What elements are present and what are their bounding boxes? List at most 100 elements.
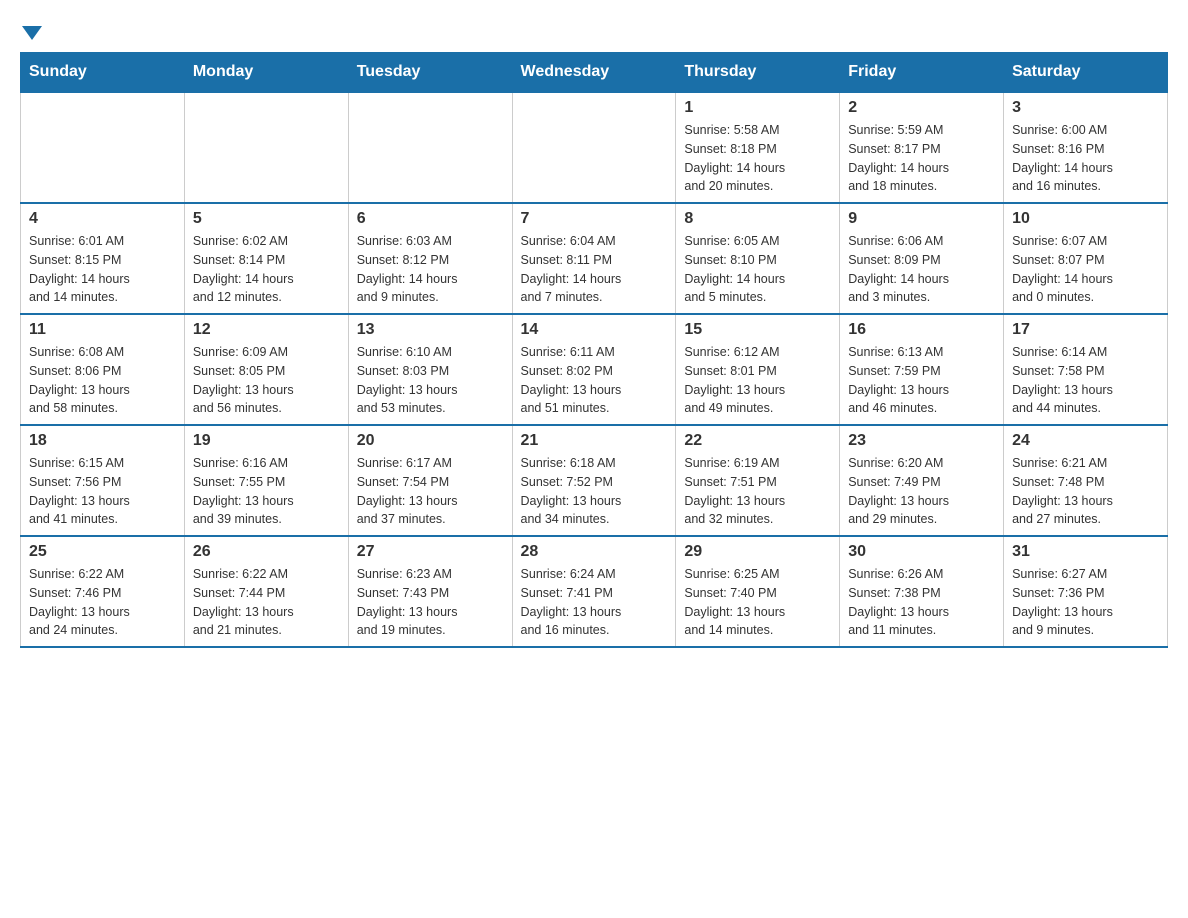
calendar-cell: 8 Sunrise: 6:05 AMSunset: 8:10 PMDaylight… <box>676 203 840 314</box>
day-info: Sunrise: 6:05 AMSunset: 8:10 PMDaylight:… <box>684 232 831 307</box>
calendar-cell: 12 Sunrise: 6:09 AMSunset: 8:05 PMDayligh… <box>184 314 348 425</box>
calendar-week-row: 1 Sunrise: 5:58 AMSunset: 8:18 PMDaylight… <box>21 92 1168 203</box>
day-info: Sunrise: 6:02 AMSunset: 8:14 PMDaylight:… <box>193 232 340 307</box>
day-header-monday: Monday <box>184 53 348 93</box>
calendar-cell: 13Sunrise: 6:10 AMSunset: 8:03 PMDayligh… <box>348 314 512 425</box>
day-info: Sunrise: 6:23 AMSunset: 7:43 PMDaylight:… <box>357 565 504 640</box>
day-info: Sunrise: 6:22 AMSunset: 7:44 PMDaylight:… <box>193 565 340 640</box>
day-info: Sunrise: 6:27 AMSunset: 7:36 PMDaylight:… <box>1012 565 1159 640</box>
day-header-tuesday: Tuesday <box>348 53 512 93</box>
calendar-cell <box>184 92 348 203</box>
calendar-cell: 21 Sunrise: 6:18 AMSunset: 7:52 PMDayligh… <box>512 425 676 536</box>
day-header-wednesday: Wednesday <box>512 53 676 93</box>
day-info: Sunrise: 6:12 AMSunset: 8:01 PMDaylight:… <box>684 343 831 418</box>
day-info: Sunrise: 6:04 AMSunset: 8:11 PMDaylight:… <box>521 232 668 307</box>
calendar-week-row: 18 Sunrise: 6:15 AMSunset: 7:56 PMDayligh… <box>21 425 1168 536</box>
day-info: Sunrise: 6:13 AMSunset: 7:59 PMDaylight:… <box>848 343 995 418</box>
calendar-cell: 29 Sunrise: 6:25 AMSunset: 7:40 PMDayligh… <box>676 536 840 647</box>
calendar-cell: 27 Sunrise: 6:23 AMSunset: 7:43 PMDayligh… <box>348 536 512 647</box>
day-number: 6 <box>357 210 504 228</box>
day-number: 25 <box>29 543 176 561</box>
day-number: 7 <box>521 210 668 228</box>
day-number: 21 <box>521 432 668 450</box>
day-header-friday: Friday <box>840 53 1004 93</box>
day-info: Sunrise: 6:22 AMSunset: 7:46 PMDaylight:… <box>29 565 176 640</box>
calendar-week-row: 25 Sunrise: 6:22 AMSunset: 7:46 PMDayligh… <box>21 536 1168 647</box>
calendar-cell: 31 Sunrise: 6:27 AMSunset: 7:36 PMDayligh… <box>1004 536 1168 647</box>
day-info: Sunrise: 6:15 AMSunset: 7:56 PMDaylight:… <box>29 454 176 529</box>
calendar-cell: 23 Sunrise: 6:20 AMSunset: 7:49 PMDayligh… <box>840 425 1004 536</box>
calendar-cell: 30 Sunrise: 6:26 AMSunset: 7:38 PMDayligh… <box>840 536 1004 647</box>
day-number: 4 <box>29 210 176 228</box>
calendar-cell: 5 Sunrise: 6:02 AMSunset: 8:14 PMDaylight… <box>184 203 348 314</box>
day-number: 11 <box>29 321 176 339</box>
calendar-cell: 16 Sunrise: 6:13 AMSunset: 7:59 PMDayligh… <box>840 314 1004 425</box>
calendar-cell: 22Sunrise: 6:19 AMSunset: 7:51 PMDayligh… <box>676 425 840 536</box>
day-info: Sunrise: 6:07 AMSunset: 8:07 PMDaylight:… <box>1012 232 1159 307</box>
calendar-cell: 14 Sunrise: 6:11 AMSunset: 8:02 PMDayligh… <box>512 314 676 425</box>
day-info: Sunrise: 6:10 AMSunset: 8:03 PMDaylight:… <box>357 343 504 418</box>
day-number: 10 <box>1012 210 1159 228</box>
day-number: 18 <box>29 432 176 450</box>
day-number: 26 <box>193 543 340 561</box>
day-number: 28 <box>521 543 668 561</box>
logo-arrow-icon <box>22 26 42 40</box>
calendar-cell: 10 Sunrise: 6:07 AMSunset: 8:07 PMDayligh… <box>1004 203 1168 314</box>
calendar-table: SundayMondayTuesdayWednesdayThursdayFrid… <box>20 52 1168 648</box>
day-number: 23 <box>848 432 995 450</box>
calendar-cell: 7 Sunrise: 6:04 AMSunset: 8:11 PMDaylight… <box>512 203 676 314</box>
day-info: Sunrise: 6:14 AMSunset: 7:58 PMDaylight:… <box>1012 343 1159 418</box>
calendar-cell <box>348 92 512 203</box>
day-number: 17 <box>1012 321 1159 339</box>
day-info: Sunrise: 6:26 AMSunset: 7:38 PMDaylight:… <box>848 565 995 640</box>
calendar-cell: 28 Sunrise: 6:24 AMSunset: 7:41 PMDayligh… <box>512 536 676 647</box>
day-number: 1 <box>684 99 831 117</box>
day-info: Sunrise: 6:06 AMSunset: 8:09 PMDaylight:… <box>848 232 995 307</box>
calendar-cell: 1 Sunrise: 5:58 AMSunset: 8:18 PMDaylight… <box>676 92 840 203</box>
day-number: 8 <box>684 210 831 228</box>
day-header-sunday: Sunday <box>21 53 185 93</box>
calendar-cell: 3Sunrise: 6:00 AMSunset: 8:16 PMDaylight… <box>1004 92 1168 203</box>
day-number: 15 <box>684 321 831 339</box>
page-header <box>20 20 1168 36</box>
day-info: Sunrise: 6:18 AMSunset: 7:52 PMDaylight:… <box>521 454 668 529</box>
day-number: 22 <box>684 432 831 450</box>
day-info: Sunrise: 6:08 AMSunset: 8:06 PMDaylight:… <box>29 343 176 418</box>
day-number: 24 <box>1012 432 1159 450</box>
day-number: 20 <box>357 432 504 450</box>
calendar-cell: 25 Sunrise: 6:22 AMSunset: 7:46 PMDayligh… <box>21 536 185 647</box>
day-number: 27 <box>357 543 504 561</box>
day-number: 5 <box>193 210 340 228</box>
day-info: Sunrise: 6:11 AMSunset: 8:02 PMDaylight:… <box>521 343 668 418</box>
day-number: 2 <box>848 99 995 117</box>
day-number: 30 <box>848 543 995 561</box>
calendar-cell: 17 Sunrise: 6:14 AMSunset: 7:58 PMDayligh… <box>1004 314 1168 425</box>
day-info: Sunrise: 6:20 AMSunset: 7:49 PMDaylight:… <box>848 454 995 529</box>
day-number: 16 <box>848 321 995 339</box>
calendar-cell: 9Sunrise: 6:06 AMSunset: 8:09 PMDaylight… <box>840 203 1004 314</box>
calendar-cell: 6Sunrise: 6:03 AMSunset: 8:12 PMDaylight… <box>348 203 512 314</box>
logo <box>20 20 46 36</box>
day-number: 14 <box>521 321 668 339</box>
calendar-cell: 15 Sunrise: 6:12 AMSunset: 8:01 PMDayligh… <box>676 314 840 425</box>
day-info: Sunrise: 6:17 AMSunset: 7:54 PMDaylight:… <box>357 454 504 529</box>
day-number: 12 <box>193 321 340 339</box>
day-info: Sunrise: 6:01 AMSunset: 8:15 PMDaylight:… <box>29 232 176 307</box>
day-info: Sunrise: 6:21 AMSunset: 7:48 PMDaylight:… <box>1012 454 1159 529</box>
day-info: Sunrise: 5:58 AMSunset: 8:18 PMDaylight:… <box>684 121 831 196</box>
day-number: 19 <box>193 432 340 450</box>
calendar-cell: 18 Sunrise: 6:15 AMSunset: 7:56 PMDayligh… <box>21 425 185 536</box>
day-info: Sunrise: 6:24 AMSunset: 7:41 PMDaylight:… <box>521 565 668 640</box>
calendar-week-row: 11 Sunrise: 6:08 AMSunset: 8:06 PMDayligh… <box>21 314 1168 425</box>
day-info: Sunrise: 6:16 AMSunset: 7:55 PMDaylight:… <box>193 454 340 529</box>
day-header-saturday: Saturday <box>1004 53 1168 93</box>
day-number: 29 <box>684 543 831 561</box>
day-number: 31 <box>1012 543 1159 561</box>
day-info: Sunrise: 6:25 AMSunset: 7:40 PMDaylight:… <box>684 565 831 640</box>
calendar-cell: 11 Sunrise: 6:08 AMSunset: 8:06 PMDayligh… <box>21 314 185 425</box>
calendar-cell: 20 Sunrise: 6:17 AMSunset: 7:54 PMDayligh… <box>348 425 512 536</box>
calendar-cell <box>512 92 676 203</box>
day-header-thursday: Thursday <box>676 53 840 93</box>
day-info: Sunrise: 6:09 AMSunset: 8:05 PMDaylight:… <box>193 343 340 418</box>
calendar-header-row: SundayMondayTuesdayWednesdayThursdayFrid… <box>21 53 1168 93</box>
